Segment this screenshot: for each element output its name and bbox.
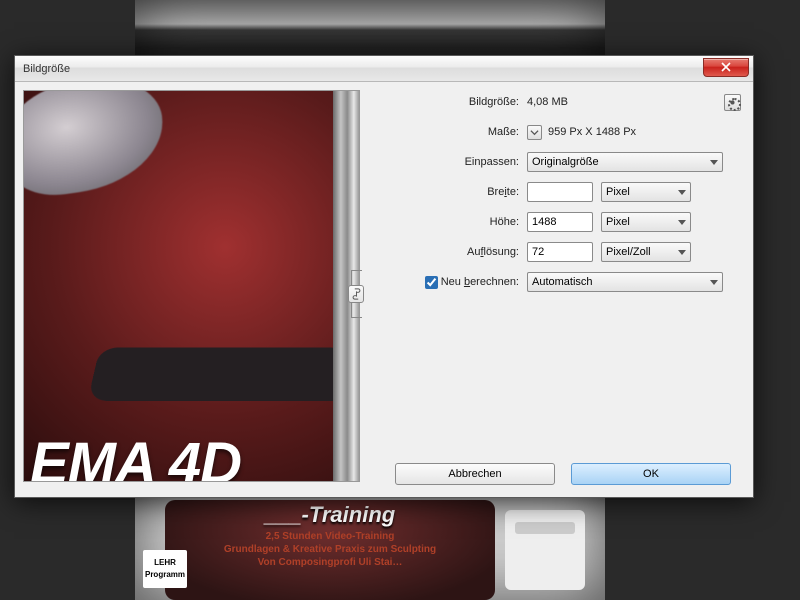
chevron-down-icon [678, 220, 686, 225]
gear-icon[interactable] [724, 94, 741, 111]
fit-select[interactable]: Originalgröße [527, 152, 723, 172]
size-value: 4,08 MB [527, 96, 568, 108]
resample-checkbox[interactable] [425, 276, 438, 289]
titlebar[interactable]: Bildgröße [15, 56, 753, 82]
bg-case-insert [505, 510, 585, 590]
width-input[interactable] [527, 182, 593, 202]
resolution-unit-select[interactable]: Pixel/Zoll [601, 242, 691, 262]
preview-logo-text: EMA 4D [30, 430, 241, 482]
link-dimensions [351, 270, 369, 318]
resample-label: Neu berechnen: [441, 276, 519, 288]
resample-label-wrap: Neu berechnen: [375, 276, 527, 289]
width-label: Breite: [375, 186, 527, 198]
height-input[interactable] [527, 212, 593, 232]
link-toggle-button[interactable] [348, 285, 364, 303]
height-unit-select[interactable]: Pixel [601, 212, 691, 232]
chevron-down-icon [678, 250, 686, 255]
preview-cloth [23, 90, 171, 202]
bg-lehr-badge: LEHR Programm [143, 550, 187, 588]
height-label: Höhe: [375, 216, 527, 228]
bg-title: ___-Training [165, 500, 495, 528]
cancel-button[interactable]: Abbrechen [395, 463, 555, 485]
dims-value: 959 Px X 1488 Px [548, 126, 636, 138]
chevron-down-icon [678, 190, 686, 195]
preview-plate [88, 348, 360, 401]
width-unit-select[interactable]: Pixel [601, 182, 691, 202]
dims-unit-menu[interactable] [527, 125, 542, 140]
chevron-down-icon [710, 280, 718, 285]
preview-panel[interactable]: EMA 4D [23, 90, 360, 482]
size-label: Bildgröße: [375, 96, 527, 108]
bg-sub: 2,5 Stunden Video-Training Grundlagen & … [165, 530, 495, 569]
ok-button[interactable]: OK [571, 463, 731, 485]
image-size-dialog: Bildgröße EMA 4D Bildgröße: 4,08 MB Maße… [14, 55, 754, 498]
bg-dvd-cover: ___-Training 2,5 Stunden Video-Training … [165, 500, 495, 600]
dims-label: Maße: [375, 126, 527, 138]
chevron-down-icon [710, 160, 718, 165]
resolution-label: Auflösung: [375, 246, 527, 258]
resolution-input[interactable] [527, 242, 593, 262]
window-title: Bildgröße [23, 63, 70, 75]
form-area: Bildgröße: 4,08 MB Maße: 959 Px X 1488 P… [375, 92, 741, 302]
resample-select[interactable]: Automatisch [527, 272, 723, 292]
button-row: Abbrechen OK [395, 463, 731, 485]
close-button[interactable] [703, 58, 749, 77]
fit-label: Einpassen: [375, 156, 527, 168]
